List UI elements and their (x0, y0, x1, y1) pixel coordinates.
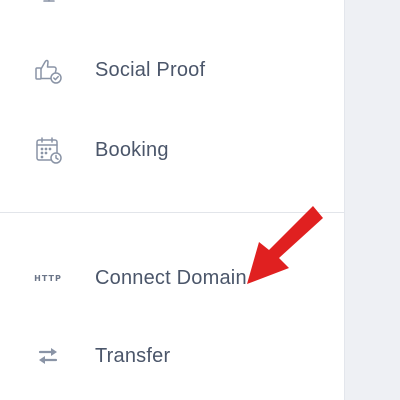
partial-menu-icon[interactable] (40, 0, 58, 4)
sidebar-item-label: Social Proof (95, 58, 206, 81)
sidebar-item-booking[interactable]: Booking (0, 120, 344, 180)
page: Social Proof Booking HTTP Connect Domain… (0, 0, 400, 400)
sidebar-item-label: Booking (95, 138, 169, 161)
sidebar-item-social-proof[interactable]: Social Proof (0, 40, 344, 100)
sidebar-item-transfer[interactable]: Transfer (0, 326, 344, 386)
sidebar-item-label: Connect Domain (95, 266, 247, 289)
http-icon-text: HTTP (34, 273, 62, 283)
calendar-clock-icon (30, 132, 66, 168)
sidebar: Social Proof Booking HTTP Connect Domain… (0, 0, 344, 400)
sidebar-item-label: Transfer (95, 344, 171, 367)
content-area-edge (344, 0, 400, 400)
red-pointer-arrow-icon (235, 200, 330, 290)
http-icon: HTTP (30, 260, 66, 296)
thumbs-up-check-icon (30, 52, 66, 88)
transfer-arrows-icon (30, 338, 66, 374)
